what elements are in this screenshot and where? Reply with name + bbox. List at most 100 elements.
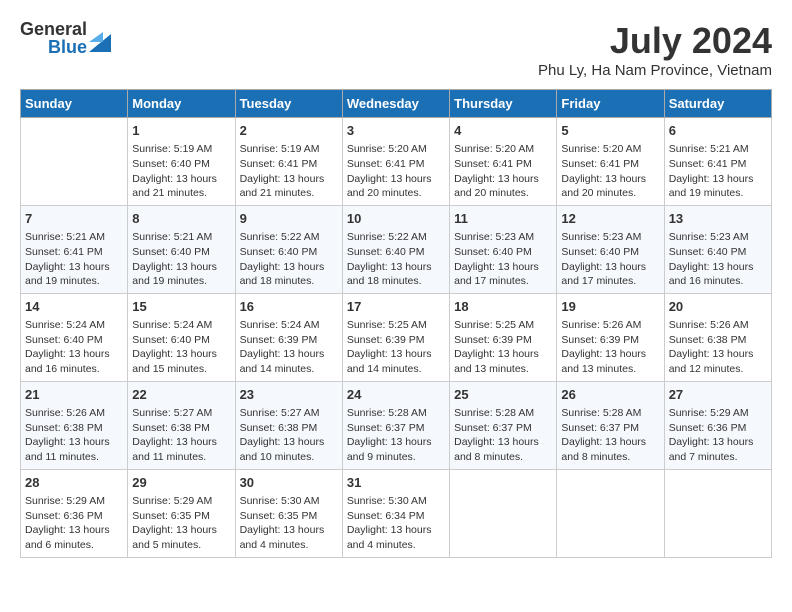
calendar-week-row: 28Sunrise: 5:29 AM Sunset: 6:36 PM Dayli… [21, 469, 772, 557]
calendar-cell: 29 Sunrise: 5:29 AM Sunset: 6:35 PM Dayli… [128, 469, 235, 557]
day-info: Sunrise: 5:27 AM Sunset: 6:38 PM Dayligh… [240, 406, 338, 465]
weekday-header-sunday: Sunday [21, 90, 128, 118]
calendar-week-row: 21 Sunrise: 5:26 AM Sunset: 6:38 PM Dayli… [21, 381, 772, 469]
day-info: Sunrise: 5:21 AM Sunset: 6:40 PM Dayligh… [132, 230, 230, 289]
day-number: 29 [132, 474, 230, 492]
day-info: Sunrise: 5:29 AM Sunset: 6:36 PM Dayligh… [669, 406, 767, 465]
calendar-cell: 6 Sunrise: 5:21 AM Sunset: 6:41 PM Daylig… [664, 118, 771, 206]
calendar-cell: 14Sunrise: 5:24 AM Sunset: 6:40 PM Dayli… [21, 293, 128, 381]
calendar-cell: 30Sunrise: 5:30 AM Sunset: 6:35 PM Dayli… [235, 469, 342, 557]
day-info: Sunrise: 5:23 AM Sunset: 6:40 PM Dayligh… [454, 230, 552, 289]
day-info: Sunrise: 5:25 AM Sunset: 6:39 PM Dayligh… [347, 318, 445, 377]
day-number: 3 [347, 122, 445, 140]
day-info: Sunrise: 5:21 AM Sunset: 6:41 PM Dayligh… [669, 142, 767, 201]
day-number: 8 [132, 210, 230, 228]
day-number: 10 [347, 210, 445, 228]
calendar-cell: 11 Sunrise: 5:23 AM Sunset: 6:40 PM Dayli… [450, 205, 557, 293]
calendar-cell: 4Sunrise: 5:20 AM Sunset: 6:41 PM Daylig… [450, 118, 557, 206]
day-number: 20 [669, 298, 767, 316]
calendar-cell: 22 Sunrise: 5:27 AM Sunset: 6:38 PM Dayli… [128, 381, 235, 469]
calendar-cell: 26Sunrise: 5:28 AM Sunset: 6:37 PM Dayli… [557, 381, 664, 469]
day-number: 14 [25, 298, 123, 316]
day-number: 15 [132, 298, 230, 316]
day-number: 7 [25, 210, 123, 228]
logo-icon [89, 24, 111, 52]
logo: General Blue [20, 20, 111, 56]
day-info: Sunrise: 5:28 AM Sunset: 6:37 PM Dayligh… [454, 406, 552, 465]
calendar-cell: 17 Sunrise: 5:25 AM Sunset: 6:39 PM Dayli… [342, 293, 449, 381]
calendar-cell: 12Sunrise: 5:23 AM Sunset: 6:40 PM Dayli… [557, 205, 664, 293]
day-number: 27 [669, 386, 767, 404]
day-info: Sunrise: 5:24 AM Sunset: 6:39 PM Dayligh… [240, 318, 338, 377]
weekday-header-row: SundayMondayTuesdayWednesdayThursdayFrid… [21, 90, 772, 118]
location-subtitle: Phu Ly, Ha Nam Province, Vietnam [538, 62, 772, 79]
weekday-header-friday: Friday [557, 90, 664, 118]
day-info: Sunrise: 5:28 AM Sunset: 6:37 PM Dayligh… [561, 406, 659, 465]
day-number: 24 [347, 386, 445, 404]
calendar-cell: 5 Sunrise: 5:20 AM Sunset: 6:41 PM Daylig… [557, 118, 664, 206]
day-number: 25 [454, 386, 552, 404]
day-number: 11 [454, 210, 552, 228]
calendar-week-row: 1 Sunrise: 5:19 AM Sunset: 6:40 PM Daylig… [21, 118, 772, 206]
day-info: Sunrise: 5:30 AM Sunset: 6:34 PM Dayligh… [347, 494, 445, 553]
weekday-header-tuesday: Tuesday [235, 90, 342, 118]
day-info: Sunrise: 5:29 AM Sunset: 6:35 PM Dayligh… [132, 494, 230, 553]
day-info: Sunrise: 5:20 AM Sunset: 6:41 PM Dayligh… [561, 142, 659, 201]
day-info: Sunrise: 5:20 AM Sunset: 6:41 PM Dayligh… [347, 142, 445, 201]
month-year-title: July 2024 [538, 20, 772, 62]
day-info: Sunrise: 5:27 AM Sunset: 6:38 PM Dayligh… [132, 406, 230, 465]
calendar-cell: 10 Sunrise: 5:22 AM Sunset: 6:40 PM Dayli… [342, 205, 449, 293]
calendar-cell: 28Sunrise: 5:29 AM Sunset: 6:36 PM Dayli… [21, 469, 128, 557]
title-block: July 2024 Phu Ly, Ha Nam Province, Vietn… [538, 20, 772, 79]
day-number: 1 [132, 122, 230, 140]
day-info: Sunrise: 5:26 AM Sunset: 6:38 PM Dayligh… [25, 406, 123, 465]
weekday-header-saturday: Saturday [664, 90, 771, 118]
day-info: Sunrise: 5:23 AM Sunset: 6:40 PM Dayligh… [669, 230, 767, 289]
day-info: Sunrise: 5:22 AM Sunset: 6:40 PM Dayligh… [240, 230, 338, 289]
day-info: Sunrise: 5:19 AM Sunset: 6:40 PM Dayligh… [132, 142, 230, 201]
day-number: 6 [669, 122, 767, 140]
page-header: General Blue July 2024 Phu Ly, Ha Nam Pr… [20, 20, 772, 79]
day-info: Sunrise: 5:20 AM Sunset: 6:41 PM Dayligh… [454, 142, 552, 201]
calendar-cell: 21 Sunrise: 5:26 AM Sunset: 6:38 PM Dayli… [21, 381, 128, 469]
day-info: Sunrise: 5:22 AM Sunset: 6:40 PM Dayligh… [347, 230, 445, 289]
day-number: 2 [240, 122, 338, 140]
calendar-cell: 7 Sunrise: 5:21 AM Sunset: 6:41 PM Daylig… [21, 205, 128, 293]
calendar-week-row: 7 Sunrise: 5:21 AM Sunset: 6:41 PM Daylig… [21, 205, 772, 293]
calendar-cell: 16 Sunrise: 5:24 AM Sunset: 6:39 PM Dayli… [235, 293, 342, 381]
calendar-cell: 8 Sunrise: 5:21 AM Sunset: 6:40 PM Daylig… [128, 205, 235, 293]
calendar-week-row: 14Sunrise: 5:24 AM Sunset: 6:40 PM Dayli… [21, 293, 772, 381]
calendar-cell: 19Sunrise: 5:26 AM Sunset: 6:39 PM Dayli… [557, 293, 664, 381]
day-number: 17 [347, 298, 445, 316]
day-number: 23 [240, 386, 338, 404]
day-number: 28 [25, 474, 123, 492]
day-info: Sunrise: 5:23 AM Sunset: 6:40 PM Dayligh… [561, 230, 659, 289]
day-number: 13 [669, 210, 767, 228]
weekday-header-thursday: Thursday [450, 90, 557, 118]
weekday-header-monday: Monday [128, 90, 235, 118]
calendar-cell: 24Sunrise: 5:28 AM Sunset: 6:37 PM Dayli… [342, 381, 449, 469]
day-info: Sunrise: 5:26 AM Sunset: 6:38 PM Dayligh… [669, 318, 767, 377]
day-number: 18 [454, 298, 552, 316]
calendar-cell [21, 118, 128, 206]
logo-blue-text: Blue [48, 38, 87, 56]
day-number: 16 [240, 298, 338, 316]
day-info: Sunrise: 5:30 AM Sunset: 6:35 PM Dayligh… [240, 494, 338, 553]
calendar-cell: 18Sunrise: 5:25 AM Sunset: 6:39 PM Dayli… [450, 293, 557, 381]
day-info: Sunrise: 5:21 AM Sunset: 6:41 PM Dayligh… [25, 230, 123, 289]
calendar-table: SundayMondayTuesdayWednesdayThursdayFrid… [20, 89, 772, 558]
calendar-cell: 1 Sunrise: 5:19 AM Sunset: 6:40 PM Daylig… [128, 118, 235, 206]
calendar-cell: 3 Sunrise: 5:20 AM Sunset: 6:41 PM Daylig… [342, 118, 449, 206]
logo-general-text: General [20, 20, 87, 38]
day-number: 22 [132, 386, 230, 404]
day-number: 21 [25, 386, 123, 404]
calendar-cell: 20 Sunrise: 5:26 AM Sunset: 6:38 PM Dayli… [664, 293, 771, 381]
day-number: 9 [240, 210, 338, 228]
day-number: 5 [561, 122, 659, 140]
calendar-cell: 31 Sunrise: 5:30 AM Sunset: 6:34 PM Dayli… [342, 469, 449, 557]
calendar-cell: 9 Sunrise: 5:22 AM Sunset: 6:40 PM Daylig… [235, 205, 342, 293]
calendar-cell: 13 Sunrise: 5:23 AM Sunset: 6:40 PM Dayli… [664, 205, 771, 293]
day-number: 31 [347, 474, 445, 492]
calendar-cell [450, 469, 557, 557]
calendar-cell: 15Sunrise: 5:24 AM Sunset: 6:40 PM Dayli… [128, 293, 235, 381]
